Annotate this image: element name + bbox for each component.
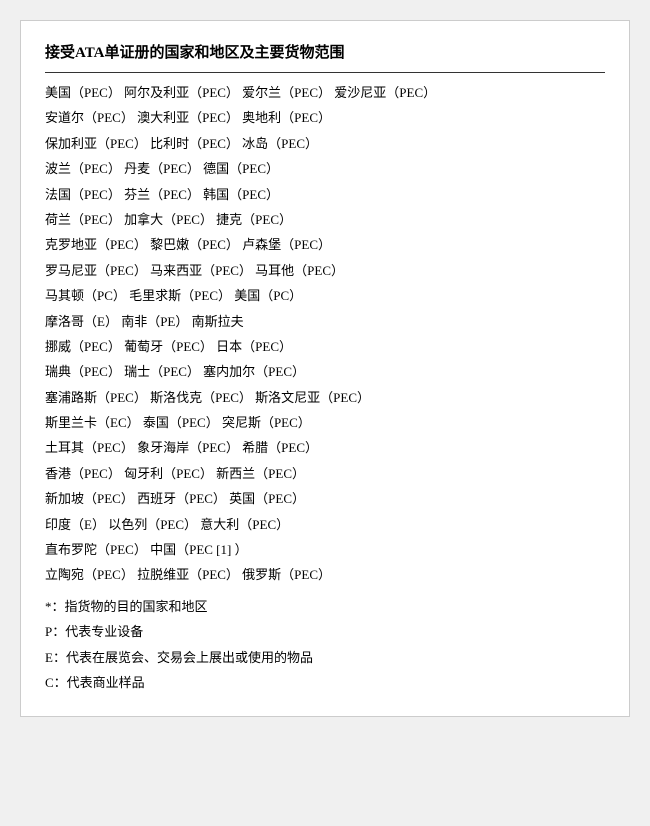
country-row: 香港（PEC） 匈牙利（PEC） 新西兰（PEC） (45, 462, 605, 485)
country-row: 新加坡（PEC） 西班牙（PEC） 英国（PEC） (45, 487, 605, 510)
country-row: 马其顿（PC） 毛里求斯（PEC） 美国（PC） (45, 284, 605, 307)
legend-section: *：指货物的目的国家和地区P：代表专业设备 E：代表在展览会、交易会上展出或使用的… (45, 595, 605, 695)
country-row: 荷兰（PEC） 加拿大（PEC） 捷克（PEC） (45, 208, 605, 231)
country-row: 安道尔（PEC） 澳大利亚（PEC） 奥地利（PEC） (45, 106, 605, 129)
legend-item: E：代表在展览会、交易会上展出或使用的物品 (45, 646, 605, 669)
country-row: 保加利亚（PEC） 比利时（PEC） 冰岛（PEC） (45, 132, 605, 155)
country-row: 美国（PEC） 阿尔及利亚（PEC） 爱尔兰（PEC） 爱沙尼亚（PEC） (45, 81, 605, 104)
country-row: 土耳其（PEC） 象牙海岸（PEC） 希腊（PEC） (45, 436, 605, 459)
country-row: 瑞典（PEC） 瑞士（PEC） 塞内加尔（PEC） (45, 360, 605, 383)
country-row: 立陶宛（PEC） 拉脱维亚（PEC） 俄罗斯（PEC） (45, 563, 605, 586)
legend-item: P：代表专业设备 (45, 620, 605, 643)
country-row: 克罗地亚（PEC） 黎巴嫩（PEC） 卢森堡（PEC） (45, 233, 605, 256)
country-row: 直布罗陀（PEC） 中国（PEC [1] ） (45, 538, 605, 561)
country-row: 摩洛哥（E） 南非（PE） 南斯拉夫 (45, 310, 605, 333)
country-row: 罗马尼亚（PEC） 马来西亚（PEC） 马耳他（PEC） (45, 259, 605, 282)
country-list: 美国（PEC） 阿尔及利亚（PEC） 爱尔兰（PEC） 爱沙尼亚（PEC）安道尔… (45, 81, 605, 587)
country-row: 斯里兰卡（EC） 泰国（PEC） 突尼斯（PEC） (45, 411, 605, 434)
country-row: 法国（PEC） 芬兰（PEC） 韩国（PEC） (45, 183, 605, 206)
country-row: 挪威（PEC） 葡萄牙（PEC） 日本（PEC） (45, 335, 605, 358)
country-row: 塞浦路斯（PEC） 斯洛伐克（PEC） 斯洛文尼亚（PEC） (45, 386, 605, 409)
legend-item: C：代表商业样品 (45, 671, 605, 694)
legend-item: *：指货物的目的国家和地区 (45, 595, 605, 618)
country-row: 印度（E） 以色列（PEC） 意大利（PEC） (45, 513, 605, 536)
page-title: 接受ATA单证册的国家和地区及主要货物范围 (45, 41, 605, 62)
main-container: 接受ATA单证册的国家和地区及主要货物范围 美国（PEC） 阿尔及利亚（PEC）… (20, 20, 630, 717)
title-divider (45, 72, 605, 73)
country-row: 波兰（PEC） 丹麦（PEC） 德国（PEC） (45, 157, 605, 180)
